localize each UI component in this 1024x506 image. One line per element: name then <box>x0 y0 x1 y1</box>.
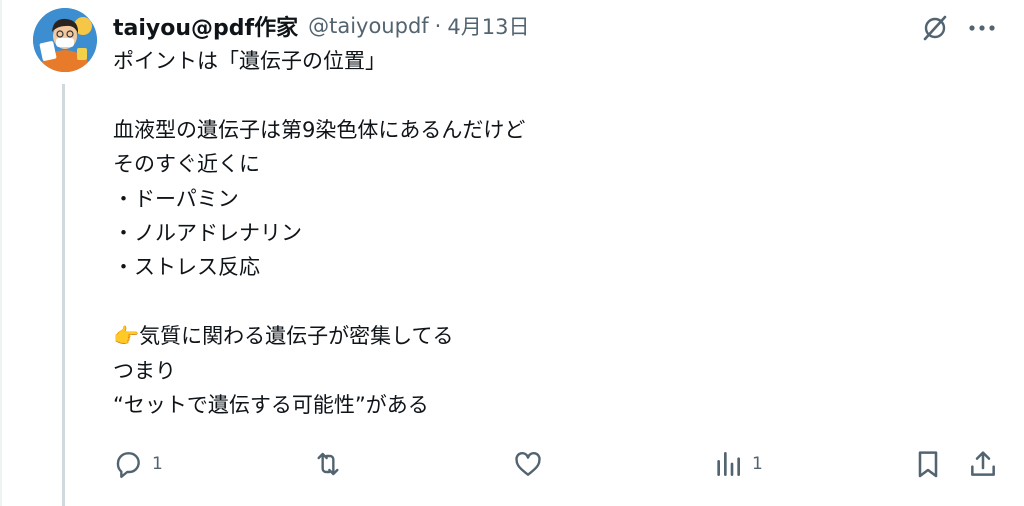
bookmark-button[interactable] <box>912 446 944 482</box>
avatar[interactable] <box>33 8 97 72</box>
tweet-header: taiyou@pdf作家 @taiyoupdf · 4月13日 <box>113 10 529 42</box>
tweet-line <box>113 78 973 112</box>
tweet-text: ポイントは「遺伝子の位置」 血液型の遺伝子は第9染色体にあるんだけど そのすぐ近… <box>113 44 973 422</box>
tweet-line: ・ドーパミン <box>113 186 239 211</box>
more-options-button[interactable] <box>962 10 1002 46</box>
tweet-line <box>113 285 973 319</box>
grok-button[interactable] <box>917 10 953 46</box>
grok-icon <box>923 15 947 41</box>
tweet-line: ・ストレス反応 <box>113 255 260 280</box>
views-icon <box>717 452 740 476</box>
views-count: 1 <box>752 454 763 474</box>
like-icon <box>515 451 541 476</box>
tweet-line: ポイントは「遺伝子の位置」 <box>113 49 386 73</box>
reply-count: 1 <box>152 454 163 474</box>
tweet-line: そのすぐ近くに <box>113 152 260 177</box>
tweet-line: “セットで遺伝する可能性”がある <box>113 392 429 417</box>
more-icon <box>969 25 995 31</box>
tweet-card[interactable]: taiyou@pdf作家 @taiyoupdf · 4月13日 ポイントは「遺伝… <box>0 0 1024 506</box>
tweet-line: ・ノルアドレナリン <box>113 220 302 245</box>
display-name[interactable]: taiyou@pdf作家 <box>113 10 298 42</box>
reply-icon <box>116 452 140 478</box>
retweet-icon <box>317 452 339 476</box>
views-button[interactable]: 1 <box>712 446 763 482</box>
share-button[interactable] <box>967 446 999 482</box>
retweet-button[interactable] <box>312 446 352 482</box>
left-border <box>0 0 2 506</box>
reply-button[interactable]: 1 <box>112 446 163 482</box>
share-icon <box>971 451 995 476</box>
tweet-date[interactable]: 4月13日 <box>447 11 529 41</box>
action-bar: 1 1 <box>112 446 1002 482</box>
like-button[interactable] <box>512 446 552 482</box>
thread-line <box>62 84 65 506</box>
tweet-line: つまり <box>113 358 176 383</box>
bookmark-icon <box>918 451 938 478</box>
user-handle[interactable]: @taiyoupdf <box>308 14 429 38</box>
tweet-line: 血液型の遺伝子は第9染色体にあるんだけど <box>113 117 526 142</box>
tweet-line: 👉気質に関わる遺伝子が密集してる <box>113 324 454 349</box>
separator-dot: · <box>434 14 442 38</box>
